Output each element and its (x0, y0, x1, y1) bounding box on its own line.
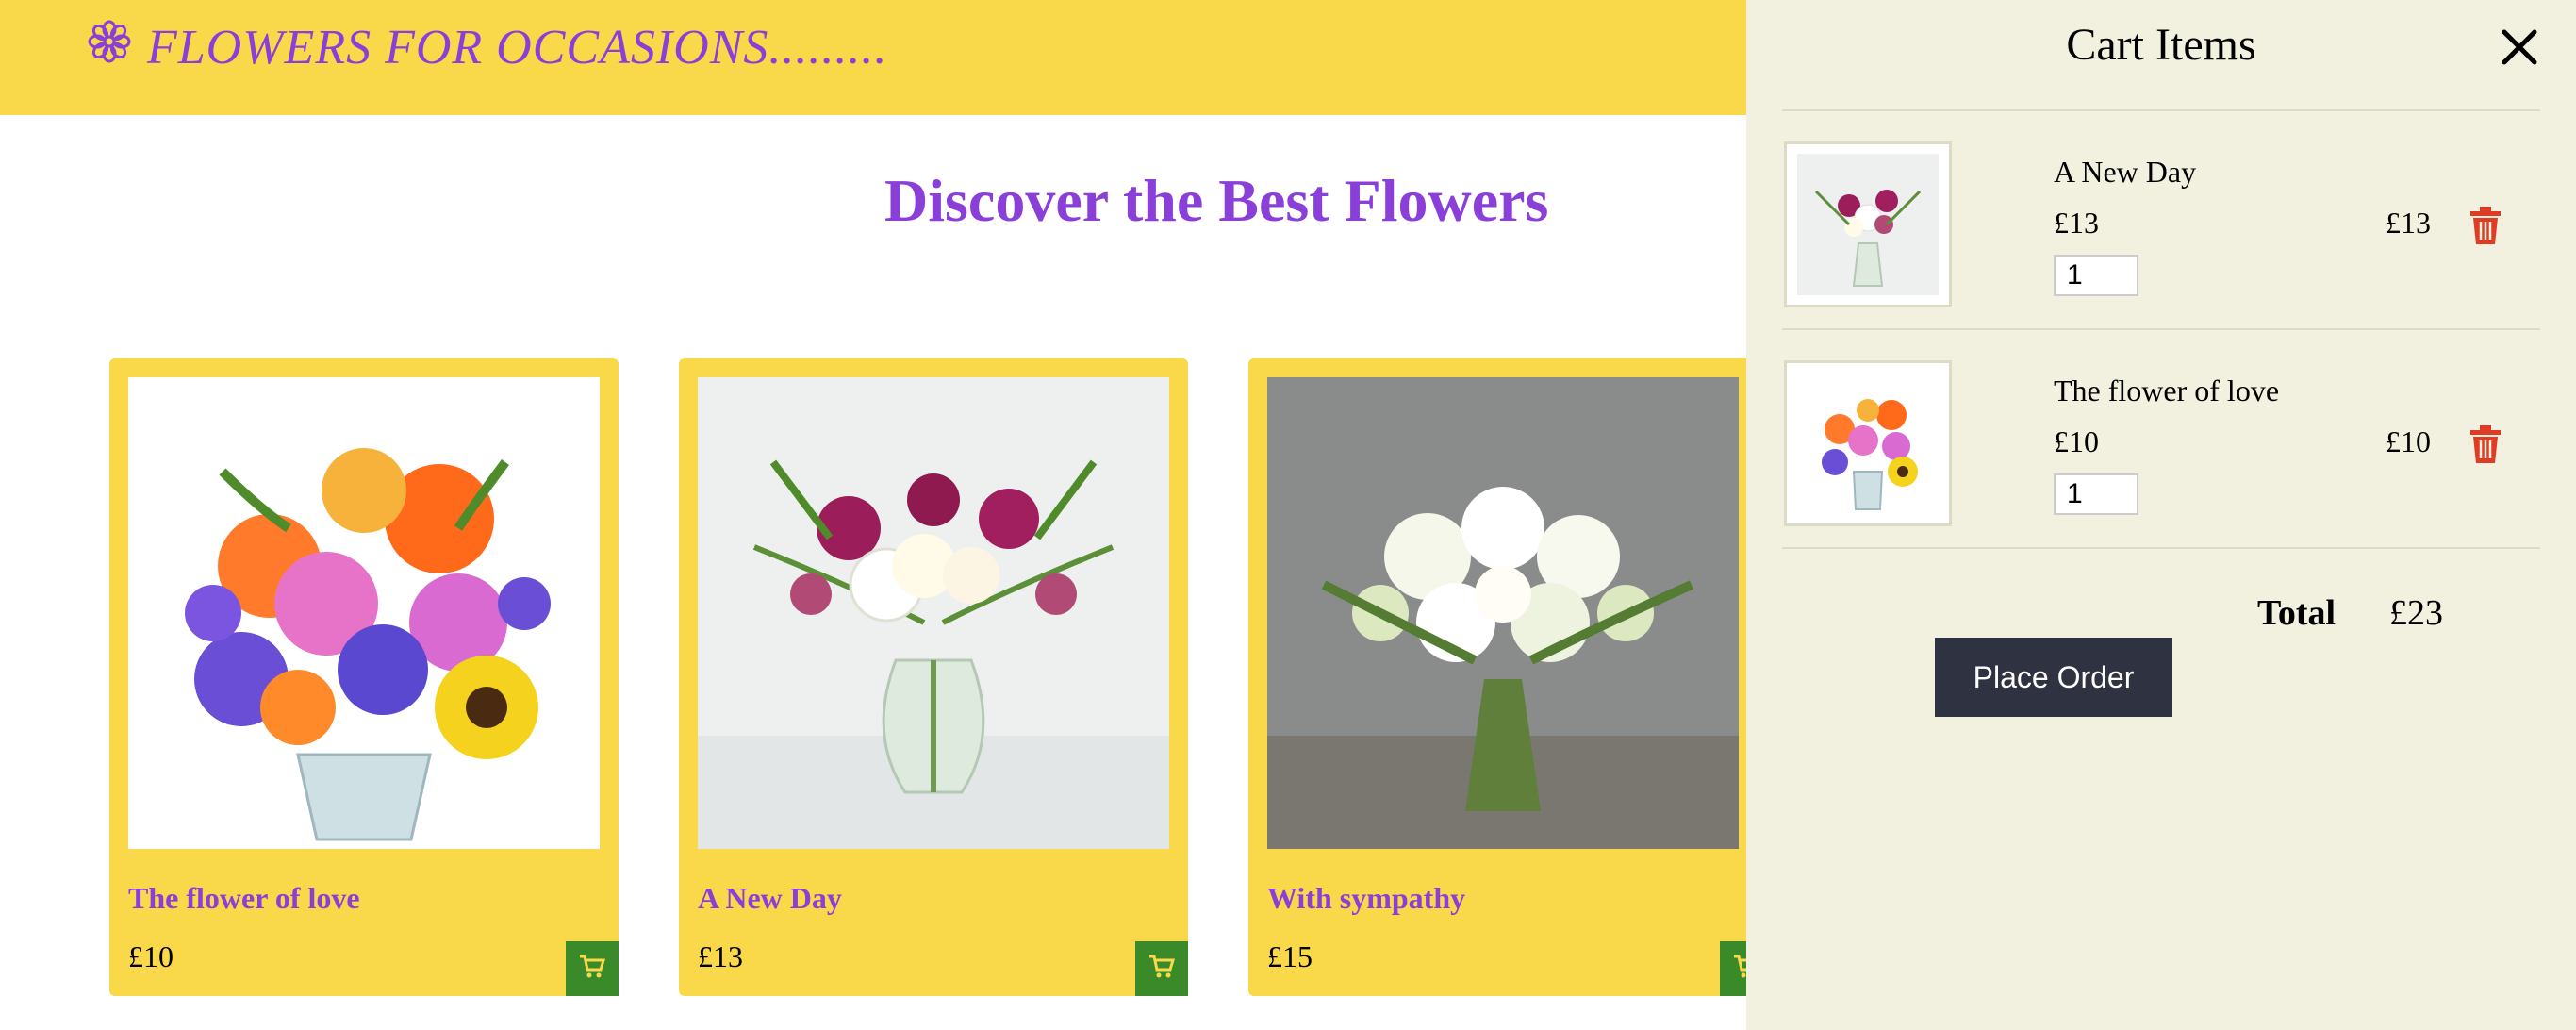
cart-item-line-total: £10 (2386, 424, 2431, 458)
cart-item-line-total: £13 (2386, 206, 2431, 240)
cart-item-name: The flower of love (2054, 374, 2280, 407)
trash-icon[interactable] (2469, 424, 2502, 464)
cart-item-image (1784, 360, 1952, 526)
total-value: £23 (2389, 593, 2443, 633)
brand[interactable]: FLOWERS FOR OCCASIONS......... (87, 19, 887, 76)
top-header-bar: FLOWERS FOR OCCASIONS......... (0, 0, 1746, 115)
cart-item-price: £10 (2054, 424, 2099, 458)
product-card: A New Day £13 (679, 358, 1188, 996)
divider (1782, 328, 2540, 330)
cart-item-image (1784, 141, 1952, 307)
brand-text: FLOWERS FOR OCCASIONS......... (147, 21, 888, 75)
add-to-cart-button[interactable] (566, 941, 619, 996)
cart-item-price: £13 (2054, 206, 2099, 240)
total-label: Total (2257, 593, 2337, 633)
product-price: £15 (1267, 939, 1313, 973)
page-title: Discover the Best Flowers (884, 167, 1549, 234)
add-to-cart-button[interactable] (1135, 941, 1188, 996)
product-name[interactable]: A New Day (698, 881, 842, 916)
quantity-input[interactable] (2054, 473, 2138, 515)
cart-icon (578, 953, 606, 985)
cart-item-name: A New Day (2054, 155, 2197, 189)
product-price: £13 (698, 939, 743, 973)
product-image[interactable] (1267, 377, 1739, 849)
product-card: The flower of love £10 (109, 358, 619, 996)
product-image[interactable] (128, 377, 600, 849)
product-card: With sympathy £15 (1248, 358, 1773, 996)
cart-icon (1148, 953, 1176, 985)
product-name[interactable]: With sympathy (1267, 881, 1465, 916)
cart-title: Cart Items (2066, 20, 2256, 70)
quantity-input[interactable] (2054, 255, 2138, 296)
divider (1782, 109, 2540, 111)
flower-icon (87, 19, 147, 76)
divider (1782, 547, 2540, 549)
product-price: £10 (128, 939, 173, 973)
close-icon[interactable] (2499, 26, 2540, 68)
trash-icon[interactable] (2469, 206, 2502, 245)
place-order-button[interactable]: Place Order (1935, 638, 2172, 717)
product-image[interactable] (698, 377, 1169, 849)
product-name[interactable]: The flower of love (128, 881, 360, 916)
